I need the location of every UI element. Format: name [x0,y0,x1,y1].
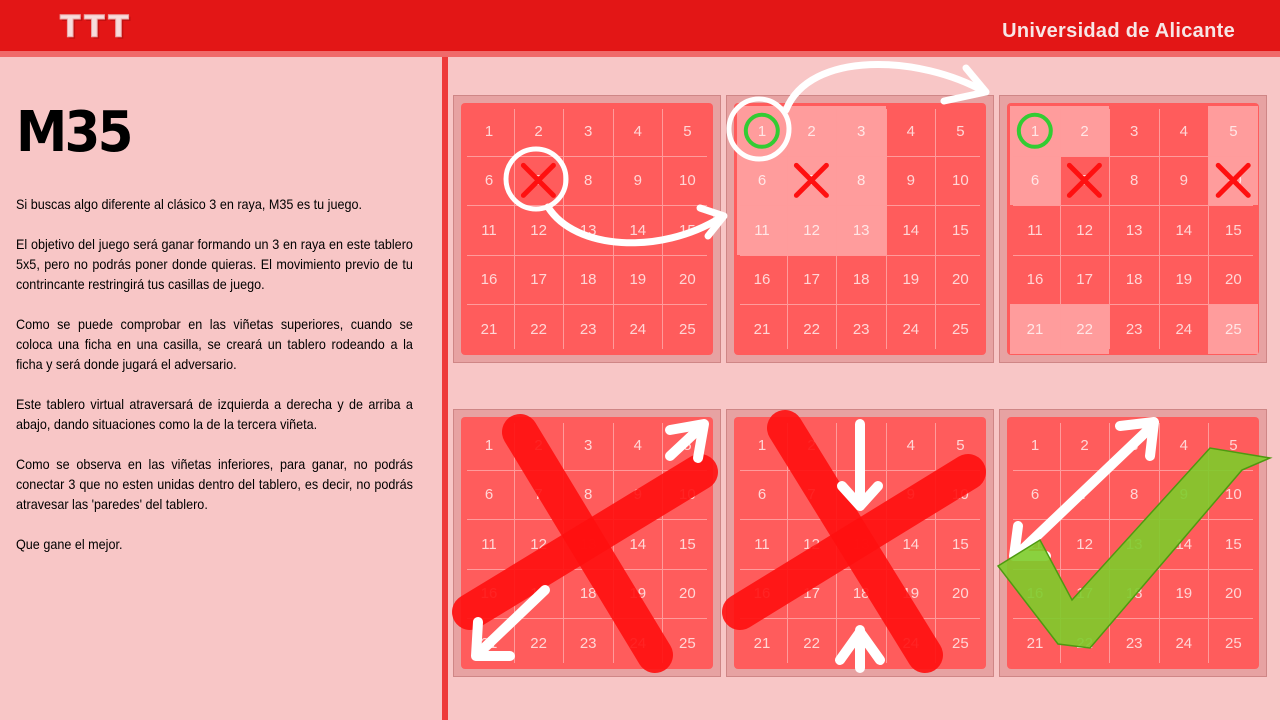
circle-mark-icon [1016,112,1053,149]
circle-mark-icon [743,112,780,149]
vignette-2: 1234567891011121314151617181920212223242… [726,95,994,363]
paragraph: Este tablero virtual atraversará de izqu… [16,396,413,432]
description: Si buscas algo diferente al clásico 3 en… [16,194,413,574]
vignette-1: 1234567891011121314151617181920212223242… [453,95,721,363]
paragraph: Que gane el mejor. [16,536,123,552]
marks-layer [520,162,556,198]
paragraph: Como se puede comprobar en las viñetas s… [16,316,413,372]
game-board: 1234567891011121314151617181920212223242… [734,103,986,355]
marks-layer [1016,112,1251,198]
cross-mark-icon [1215,162,1251,198]
game-board: 1234567891011121314151617181920212223242… [461,417,713,669]
header-accent-line [0,51,1280,57]
cross-mark-icon [1066,162,1102,198]
paragraph: Como se observa en las viñetas inferiore… [16,456,413,512]
vignette-4: 1 2 3 4 5 6 7 8 9 10 11 12 13 14 15 16 17 18 19 20 21 22 23 24 2… [453,409,721,677]
game-board: 1234567891011121314151617181920212223242… [461,103,713,355]
marks-layer [734,417,986,669]
marks-layer [461,417,713,669]
game-board: 1234567891011121314151617181920212223242… [1007,103,1259,355]
university-name: Universidad de Alicante [1002,20,1235,42]
column-divider [442,57,448,720]
marks-layer [743,112,829,198]
vignette-3: 1234567891011121314151617181920212223242… [999,95,1267,363]
vignette-6: 1 2 3 4 5 6 7 8 9 10 11 12 13 14 15 16 17 18 19 20 21 22 23 24 2… [999,409,1267,677]
game-board: 1234567891011121314151617181920212223242… [734,417,986,669]
game-board: 1234567891011121314151617181920212223242… [1007,417,1259,669]
paragraph: Si buscas algo diferente al clásico 3 en… [16,196,363,212]
page-title: M35 [16,100,133,165]
vignette-5: 1 2 3 4 5 6 7 8 9 10 11 12 13 14 15 16 17 18 19 20 21 22 23 24 2… [726,409,994,677]
cross-mark-icon [520,162,556,198]
paragraph: El objetivo del juego será ganar formand… [16,236,413,292]
cross-mark-icon [793,162,829,198]
logo: TTT [60,10,132,46]
marks-layer [1007,417,1259,669]
